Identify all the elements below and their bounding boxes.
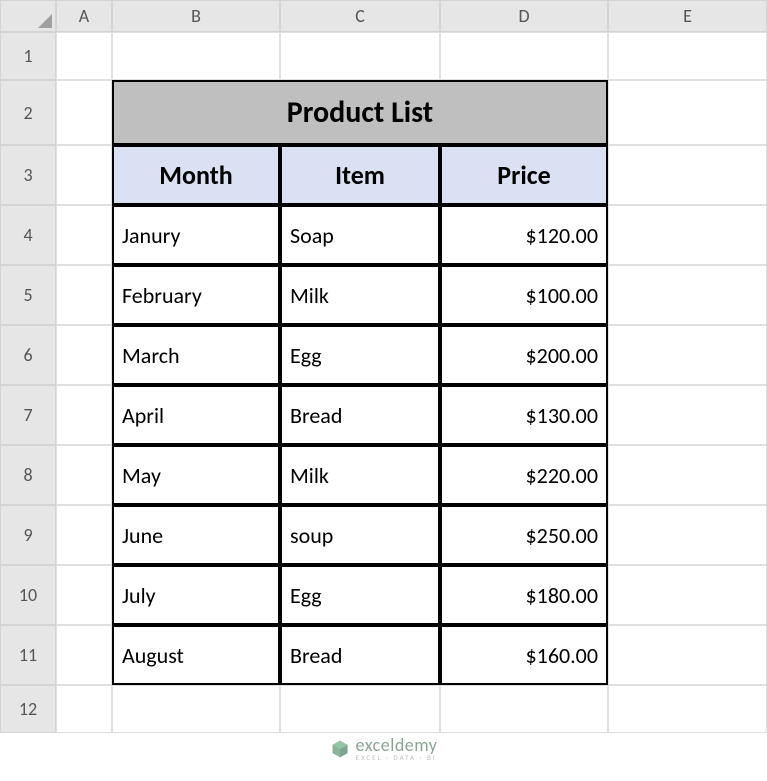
cell-item-2[interactable]: Egg xyxy=(280,325,440,385)
cell-a7[interactable] xyxy=(56,385,112,445)
cell-a10[interactable] xyxy=(56,565,112,625)
header-item[interactable]: Item xyxy=(280,145,440,205)
cell-item-4[interactable]: Milk xyxy=(280,445,440,505)
cell-item-0[interactable]: Soap xyxy=(280,205,440,265)
select-all-corner[interactable] xyxy=(0,0,56,32)
cell-a12[interactable] xyxy=(56,685,112,733)
row-header-5[interactable]: 5 xyxy=(0,265,56,325)
row-header-7[interactable]: 7 xyxy=(0,385,56,445)
watermark-main-text: exceldemy xyxy=(356,736,438,754)
cell-d12[interactable] xyxy=(440,685,608,733)
cell-month-6[interactable]: July xyxy=(112,565,280,625)
cell-e5[interactable] xyxy=(608,265,767,325)
cell-month-7[interactable]: August xyxy=(112,625,280,685)
row-header-6[interactable]: 6 xyxy=(0,325,56,385)
cell-a6[interactable] xyxy=(56,325,112,385)
col-header-c[interactable]: C xyxy=(280,0,440,32)
cell-a9[interactable] xyxy=(56,505,112,565)
row-header-4[interactable]: 4 xyxy=(0,205,56,265)
cell-e11[interactable] xyxy=(608,625,767,685)
cell-price-7[interactable]: $160.00 xyxy=(440,625,608,685)
row-header-3[interactable]: 3 xyxy=(0,145,56,205)
cell-item-3[interactable]: Bread xyxy=(280,385,440,445)
cell-price-3[interactable]: $130.00 xyxy=(440,385,608,445)
cell-month-0[interactable]: Janury xyxy=(112,205,280,265)
row-header-12[interactable]: 12 xyxy=(0,685,56,733)
cell-price-4[interactable]: $220.00 xyxy=(440,445,608,505)
cell-a3[interactable] xyxy=(56,145,112,205)
cell-e4[interactable] xyxy=(608,205,767,265)
row-header-11[interactable]: 11 xyxy=(0,625,56,685)
col-header-a[interactable]: A xyxy=(56,0,112,32)
cell-month-2[interactable]: March xyxy=(112,325,280,385)
col-header-d[interactable]: D xyxy=(440,0,608,32)
row-header-10[interactable]: 10 xyxy=(0,565,56,625)
cell-a1[interactable] xyxy=(56,32,112,80)
cell-b1[interactable] xyxy=(112,32,280,80)
row-header-9[interactable]: 9 xyxy=(0,505,56,565)
spreadsheet-grid: A B C D E 1 2 3 4 5 6 7 8 9 10 11 12 Pro… xyxy=(0,0,767,733)
cell-month-5[interactable]: June xyxy=(112,505,280,565)
cell-e6[interactable] xyxy=(608,325,767,385)
table-title[interactable]: Product List xyxy=(112,80,608,145)
cell-e7[interactable] xyxy=(608,385,767,445)
header-month[interactable]: Month xyxy=(112,145,280,205)
cell-e3[interactable] xyxy=(608,145,767,205)
col-header-b[interactable]: B xyxy=(112,0,280,32)
cell-b12[interactable] xyxy=(112,685,280,733)
cell-a4[interactable] xyxy=(56,205,112,265)
cell-price-1[interactable]: $100.00 xyxy=(440,265,608,325)
cell-item-5[interactable]: soup xyxy=(280,505,440,565)
cell-c1[interactable] xyxy=(280,32,440,80)
cell-c12[interactable] xyxy=(280,685,440,733)
watermark-logo: exceldemy EXCEL · DATA · BI xyxy=(330,736,438,761)
cell-item-1[interactable]: Milk xyxy=(280,265,440,325)
cell-a11[interactable] xyxy=(56,625,112,685)
cube-icon xyxy=(330,739,350,759)
cell-month-3[interactable]: April xyxy=(112,385,280,445)
cell-price-6[interactable]: $180.00 xyxy=(440,565,608,625)
cell-e12[interactable] xyxy=(608,685,767,733)
cell-month-4[interactable]: May xyxy=(112,445,280,505)
row-header-8[interactable]: 8 xyxy=(0,445,56,505)
cell-e10[interactable] xyxy=(608,565,767,625)
cell-e2[interactable] xyxy=(608,80,767,145)
cell-price-2[interactable]: $200.00 xyxy=(440,325,608,385)
cell-price-5[interactable]: $250.00 xyxy=(440,505,608,565)
header-price[interactable]: Price xyxy=(440,145,608,205)
cell-e8[interactable] xyxy=(608,445,767,505)
row-header-2[interactable]: 2 xyxy=(0,80,56,145)
cell-month-1[interactable]: February xyxy=(112,265,280,325)
cell-a8[interactable] xyxy=(56,445,112,505)
watermark-sub-text: EXCEL · DATA · BI xyxy=(356,754,438,761)
cell-a5[interactable] xyxy=(56,265,112,325)
cell-item-6[interactable]: Egg xyxy=(280,565,440,625)
cell-e1[interactable] xyxy=(608,32,767,80)
cell-item-7[interactable]: Bread xyxy=(280,625,440,685)
cell-a2[interactable] xyxy=(56,80,112,145)
row-header-1[interactable]: 1 xyxy=(0,32,56,80)
col-header-e[interactable]: E xyxy=(608,0,767,32)
cell-e9[interactable] xyxy=(608,505,767,565)
cell-d1[interactable] xyxy=(440,32,608,80)
cell-price-0[interactable]: $120.00 xyxy=(440,205,608,265)
